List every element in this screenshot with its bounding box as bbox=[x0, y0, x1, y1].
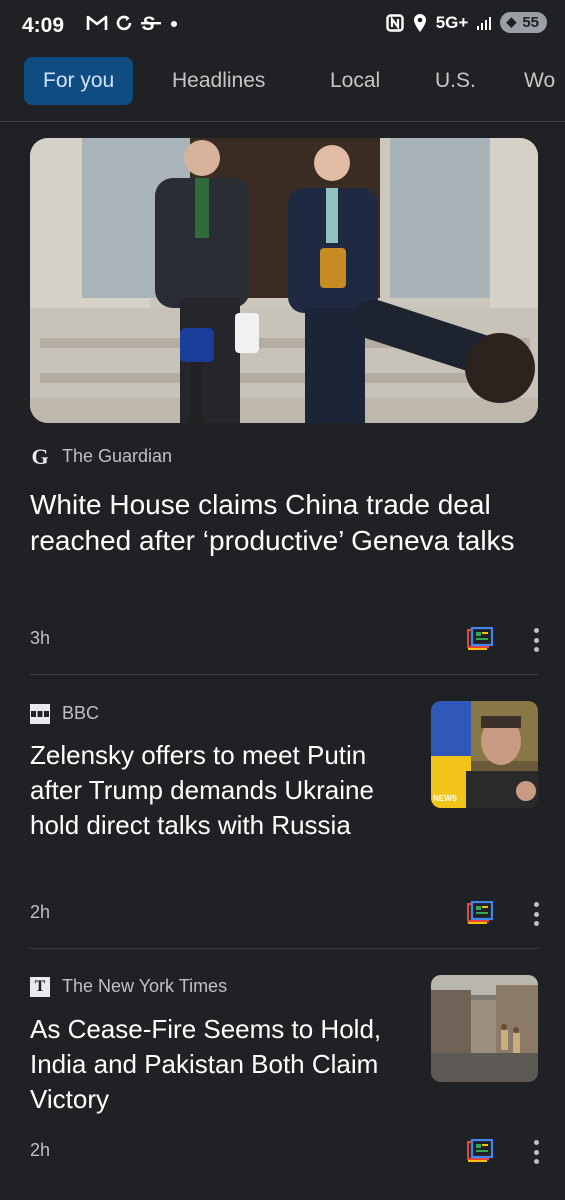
article-3-thumbnail[interactable] bbox=[431, 975, 538, 1082]
notification-icons: S bbox=[86, 13, 180, 33]
article-2-source[interactable]: BBC bbox=[30, 703, 99, 724]
network-type: 5G+ bbox=[435, 12, 469, 32]
article-3-source[interactable]: T The New York Times bbox=[30, 976, 227, 997]
location-icon bbox=[413, 13, 426, 32]
nyt-logo-icon: T bbox=[30, 976, 50, 997]
tab-local[interactable]: Local bbox=[330, 57, 380, 105]
dot-icon bbox=[171, 21, 177, 27]
leaf-icon: ◆ bbox=[506, 14, 517, 29]
tabs-divider bbox=[0, 121, 565, 122]
article-2-headline[interactable]: Zelensky offers to meet Putin after Trum… bbox=[30, 738, 425, 843]
signal-icon bbox=[477, 16, 492, 30]
article-2-thumbnail[interactable]: NEWS bbox=[431, 701, 538, 808]
full-coverage-icon[interactable] bbox=[467, 627, 493, 651]
article-2-age: 2h bbox=[30, 902, 51, 922]
article-3-headline[interactable]: As Cease-Fire Seems to Hold, India and P… bbox=[30, 1012, 425, 1117]
battery-level: 55 bbox=[522, 14, 539, 31]
app-s-icon: S bbox=[141, 14, 161, 33]
system-icons: 5G+ ◆ 55 bbox=[386, 12, 547, 33]
battery-icon: ◆ 55 bbox=[500, 12, 547, 33]
full-coverage-icon[interactable] bbox=[467, 1139, 493, 1163]
source-name: BBC bbox=[62, 703, 100, 723]
tab-headlines[interactable]: Headlines bbox=[172, 57, 265, 105]
status-bar: 4:09 S 5G+ ◆ 55 bbox=[0, 0, 565, 52]
source-name: The New York Times bbox=[62, 976, 228, 996]
article-1-headline[interactable]: White House claims China trade deal reac… bbox=[30, 487, 530, 559]
more-options-icon[interactable] bbox=[524, 626, 548, 654]
tab-for-you[interactable]: For you bbox=[24, 57, 134, 105]
status-time: 4:09 bbox=[22, 14, 65, 37]
article-1-age: 3h bbox=[30, 628, 51, 648]
sync-icon bbox=[116, 15, 132, 31]
tab-us[interactable]: U.S. bbox=[435, 57, 476, 105]
article-1-source[interactable]: G The Guardian bbox=[30, 443, 173, 469]
nfc-icon bbox=[386, 13, 404, 32]
bbc-logo-icon bbox=[30, 703, 50, 724]
article-divider bbox=[30, 948, 538, 949]
article-3-age: 2h bbox=[30, 1140, 51, 1160]
tab-world[interactable]: Wo bbox=[524, 57, 555, 105]
article-hero-image[interactable] bbox=[30, 138, 538, 423]
guardian-logo-icon: G bbox=[31, 443, 49, 469]
gmail-icon bbox=[86, 15, 108, 30]
topic-tabs: For you Headlines Local U.S. Wo bbox=[0, 52, 565, 110]
more-options-icon[interactable] bbox=[524, 1138, 548, 1166]
source-name: The Guardian bbox=[62, 446, 173, 466]
thumb-news-caption: NEWS bbox=[433, 794, 458, 803]
more-options-icon[interactable] bbox=[524, 900, 548, 928]
full-coverage-icon[interactable] bbox=[467, 901, 493, 925]
article-divider bbox=[30, 674, 538, 675]
